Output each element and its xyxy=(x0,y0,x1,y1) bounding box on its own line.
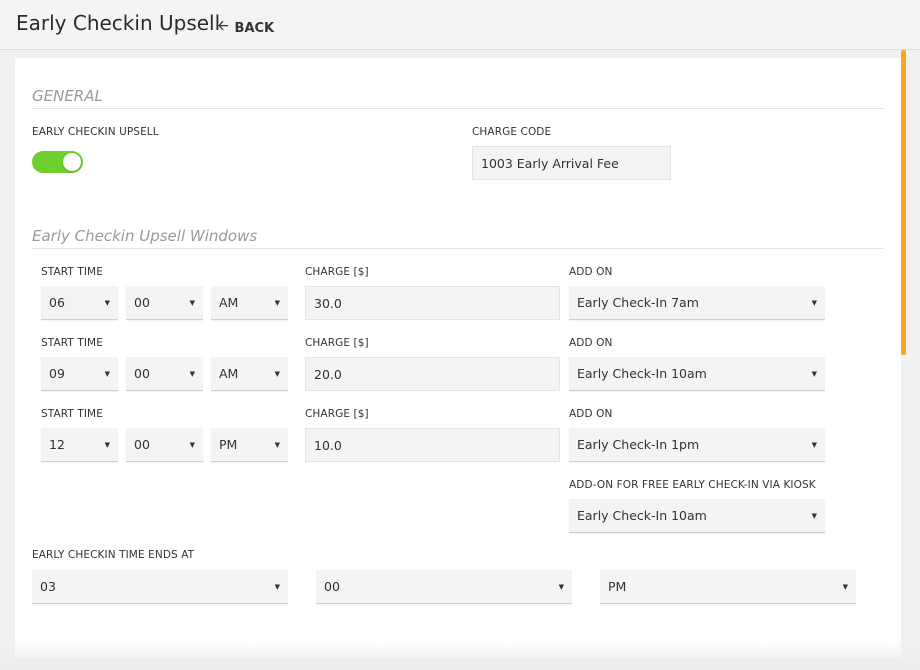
caret-down-icon: ▼ xyxy=(189,298,195,307)
ampm-value: PM xyxy=(219,437,238,452)
start-time-label: START TIME xyxy=(41,337,103,349)
kiosk-add-on-label: ADD-ON FOR FREE EARLY CHECK-IN VIA KIOSK xyxy=(569,479,816,491)
hour-value: 09 xyxy=(49,366,65,381)
minute-select[interactable]: 00 ▼ xyxy=(126,428,203,462)
caret-down-icon: ▼ xyxy=(811,440,817,449)
windows-section-title: Early Checkin Upsell Windows xyxy=(32,227,258,245)
minute-value: 00 xyxy=(134,366,150,381)
start-time-label: START TIME xyxy=(41,266,103,278)
ampm-select[interactable]: AM ▼ xyxy=(211,286,288,320)
upsell-toggle-label: EARLY CHECKIN UPSELL xyxy=(32,126,159,138)
charge-label: CHARGE [$] xyxy=(305,337,369,349)
ampm-value: AM xyxy=(219,295,239,310)
back-arrow-icon: 🡠 xyxy=(218,19,229,34)
caret-down-icon: ▼ xyxy=(274,298,280,307)
end-minute-value: 00 xyxy=(324,579,340,594)
general-divider xyxy=(32,108,884,109)
charge-label: CHARGE [$] xyxy=(305,266,369,278)
add-on-value: Early Check-In 7am xyxy=(577,295,699,310)
bottom-fade xyxy=(0,640,920,670)
kiosk-add-on-value: Early Check-In 10am xyxy=(577,508,707,523)
end-time-label: EARLY CHECKIN TIME ENDS AT xyxy=(32,549,195,561)
add-on-select[interactable]: Early Check-In 7am ▼ xyxy=(569,286,825,320)
caret-down-icon: ▼ xyxy=(104,298,110,307)
charge-input[interactable]: 20.0 xyxy=(305,357,560,391)
caret-down-icon: ▼ xyxy=(811,369,817,378)
hour-value: 12 xyxy=(49,437,65,452)
start-time-label: START TIME xyxy=(41,408,103,420)
windows-divider xyxy=(32,248,884,249)
charge-code-field[interactable]: 1003 Early Arrival Fee xyxy=(472,146,671,180)
add-on-value: Early Check-In 10am xyxy=(577,366,707,381)
end-ampm-value: PM xyxy=(608,579,627,594)
scrollbar[interactable] xyxy=(901,50,906,355)
caret-down-icon: ▼ xyxy=(104,440,110,449)
general-section-title: GENERAL xyxy=(32,87,103,105)
charge-input[interactable]: 30.0 xyxy=(305,286,560,320)
hour-select[interactable]: 09 ▼ xyxy=(41,357,118,391)
caret-down-icon: ▼ xyxy=(274,369,280,378)
hour-select[interactable]: 12 ▼ xyxy=(41,428,118,462)
page-title: Early Checkin Upsell xyxy=(16,11,221,35)
add-on-select[interactable]: Early Check-In 1pm ▼ xyxy=(569,428,825,462)
page-header: Early Checkin Upsell 🡠 BACK xyxy=(0,0,920,50)
minute-select[interactable]: 00 ▼ xyxy=(126,286,203,320)
charge-input[interactable]: 10.0 xyxy=(305,428,560,462)
charge-label: CHARGE [$] xyxy=(305,408,369,420)
end-ampm-select[interactable]: PM ▼ xyxy=(600,570,856,604)
kiosk-add-on-select[interactable]: Early Check-In 10am ▼ xyxy=(569,499,825,533)
upsell-toggle[interactable] xyxy=(32,151,83,173)
toggle-knob xyxy=(63,153,81,171)
hour-select[interactable]: 06 ▼ xyxy=(41,286,118,320)
minute-select[interactable]: 00 ▼ xyxy=(126,357,203,391)
caret-down-icon: ▼ xyxy=(274,440,280,449)
add-on-label: ADD ON xyxy=(569,266,613,278)
add-on-value: Early Check-In 1pm xyxy=(577,437,700,452)
back-button[interactable]: 🡠 BACK xyxy=(218,17,274,39)
end-hour-select[interactable]: 03 ▼ xyxy=(32,570,288,604)
caret-down-icon: ▼ xyxy=(189,369,195,378)
add-on-select[interactable]: Early Check-In 10am ▼ xyxy=(569,357,825,391)
add-on-label: ADD ON xyxy=(569,337,613,349)
caret-down-icon: ▼ xyxy=(842,582,848,591)
caret-down-icon: ▼ xyxy=(811,511,817,520)
end-hour-value: 03 xyxy=(40,579,56,594)
add-on-label: ADD ON xyxy=(569,408,613,420)
minute-value: 00 xyxy=(134,437,150,452)
caret-down-icon: ▼ xyxy=(274,582,280,591)
back-label: BACK xyxy=(234,20,275,36)
end-minute-select[interactable]: 00 ▼ xyxy=(316,570,572,604)
ampm-select[interactable]: AM ▼ xyxy=(211,357,288,391)
caret-down-icon: ▼ xyxy=(189,440,195,449)
ampm-value: AM xyxy=(219,366,239,381)
ampm-select[interactable]: PM ▼ xyxy=(211,428,288,462)
charge-code-label: CHARGE CODE xyxy=(472,126,552,138)
caret-down-icon: ▼ xyxy=(811,298,817,307)
hour-value: 06 xyxy=(49,295,65,310)
minute-value: 00 xyxy=(134,295,150,310)
caret-down-icon: ▼ xyxy=(558,582,564,591)
caret-down-icon: ▼ xyxy=(104,369,110,378)
